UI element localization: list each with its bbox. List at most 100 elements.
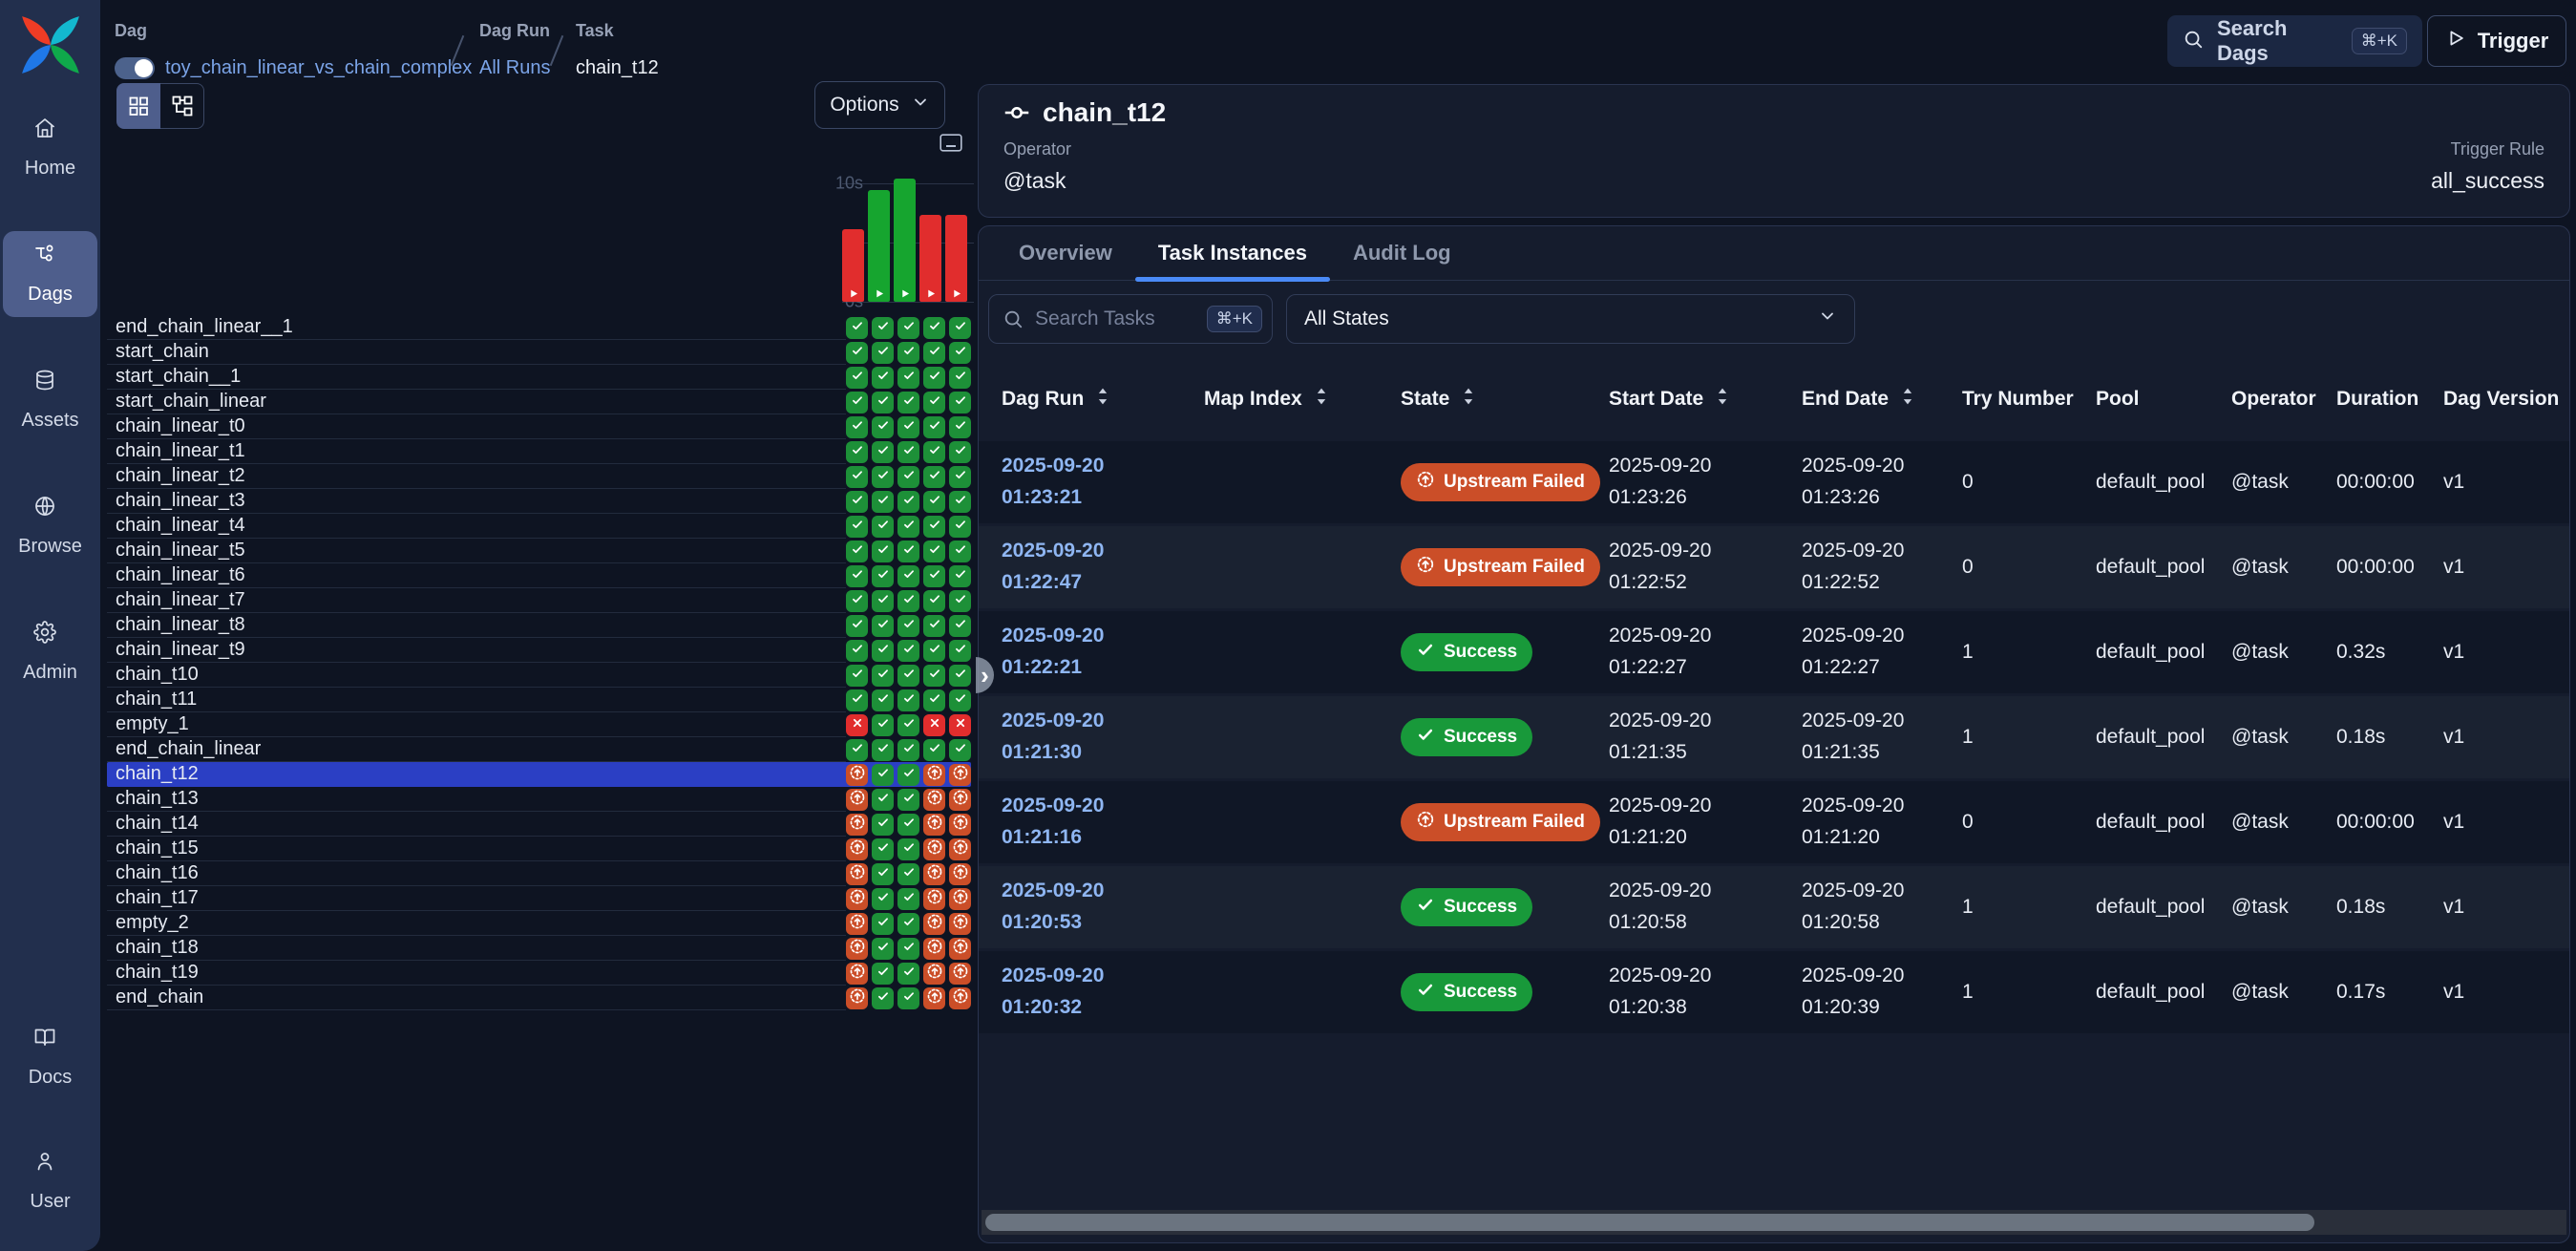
task-row[interactable]: chain_t19: [107, 961, 971, 986]
task-instance-square[interactable]: [872, 714, 894, 736]
dag-run-link[interactable]: 2025-09-2001:22:47: [1002, 536, 1204, 598]
task-instance-square[interactable]: [923, 689, 945, 711]
task-instance-square[interactable]: [846, 665, 868, 687]
task-instance-square[interactable]: [846, 342, 868, 364]
task-instance-square[interactable]: [949, 739, 971, 761]
task-instance-square[interactable]: [846, 491, 868, 513]
sidebar-item-assets[interactable]: Assets: [3, 357, 97, 443]
task-instance-square[interactable]: [872, 516, 894, 538]
task-instance-square[interactable]: [846, 615, 868, 637]
task-instance-square[interactable]: [949, 714, 971, 736]
task-instance-square[interactable]: [872, 764, 894, 786]
task-row[interactable]: chain_linear_t4: [107, 514, 971, 539]
task-instance-square[interactable]: [872, 838, 894, 860]
task-instance-square[interactable]: [846, 689, 868, 711]
task-instance-square[interactable]: [872, 987, 894, 1009]
task-instance-square[interactable]: [897, 590, 919, 612]
task-instance-square[interactable]: [846, 838, 868, 860]
task-instance-square[interactable]: [897, 441, 919, 463]
horizontal-scrollbar[interactable]: [982, 1210, 2566, 1235]
task-instance-square[interactable]: [949, 590, 971, 612]
task-instance-square[interactable]: [872, 689, 894, 711]
task-instance-square[interactable]: [923, 938, 945, 960]
task-instance-square[interactable]: [923, 789, 945, 811]
task-instance-square[interactable]: [923, 317, 945, 339]
task-instance-square[interactable]: [897, 987, 919, 1009]
graph-view-button[interactable]: [160, 83, 204, 129]
task-instance-square[interactable]: [949, 367, 971, 389]
task-name[interactable]: empty_2: [107, 911, 846, 936]
task-instance-square[interactable]: [949, 541, 971, 562]
task-name[interactable]: chain_linear_t5: [107, 539, 846, 563]
task-instance-square[interactable]: [897, 938, 919, 960]
task-instance-square[interactable]: [949, 938, 971, 960]
task-instance-square[interactable]: [872, 491, 894, 513]
task-instance-square[interactable]: [872, 888, 894, 910]
column-header-state[interactable]: State: [1401, 386, 1609, 413]
dag-run-link[interactable]: 2025-09-2001:20:32: [1002, 961, 1204, 1023]
search-tasks-input[interactable]: [1033, 307, 1197, 331]
task-instance-square[interactable]: [872, 615, 894, 637]
task-instance-square[interactable]: [897, 963, 919, 985]
task-instance-square[interactable]: [923, 541, 945, 562]
sidebar-item-user[interactable]: User: [3, 1138, 97, 1224]
task-instance-row[interactable]: 2025-09-2001:21:16 Upstream Failed 2025-…: [979, 778, 2569, 863]
task-name[interactable]: chain_linear_t8: [107, 613, 846, 638]
task-instance-square[interactable]: [949, 466, 971, 488]
task-instance-square[interactable]: [949, 665, 971, 687]
task-instance-square[interactable]: [949, 342, 971, 364]
task-instance-square[interactable]: [846, 863, 868, 885]
task-instance-square[interactable]: [872, 739, 894, 761]
task-instance-square[interactable]: [872, 863, 894, 885]
task-instance-square[interactable]: [923, 640, 945, 662]
task-instance-square[interactable]: [923, 665, 945, 687]
task-row[interactable]: start_chain__1: [107, 365, 971, 390]
task-instance-square[interactable]: [923, 963, 945, 985]
column-header-end-date[interactable]: End Date: [1802, 386, 1962, 413]
task-instance-square[interactable]: [897, 416, 919, 438]
task-name[interactable]: start_chain_linear: [107, 390, 846, 414]
task-name[interactable]: chain_t12: [107, 762, 846, 787]
task-instance-square[interactable]: [846, 714, 868, 736]
task-instance-square[interactable]: [846, 541, 868, 562]
task-row[interactable]: empty_2: [107, 911, 971, 936]
dag-run-link[interactable]: 2025-09-2001:21:30: [1002, 706, 1204, 768]
options-dropdown[interactable]: Options: [814, 81, 945, 129]
task-name[interactable]: chain_t18: [107, 936, 846, 961]
task-instance-square[interactable]: [872, 392, 894, 413]
task-instance-square[interactable]: [949, 565, 971, 587]
task-instance-square[interactable]: [897, 342, 919, 364]
task-instance-square[interactable]: [949, 416, 971, 438]
task-row[interactable]: chain_linear_t3: [107, 489, 971, 514]
grid-view-button[interactable]: [116, 83, 160, 129]
task-instance-square[interactable]: [872, 665, 894, 687]
task-row[interactable]: chain_t13: [107, 787, 971, 812]
task-instance-square[interactable]: [897, 863, 919, 885]
trigger-button[interactable]: Trigger: [2427, 15, 2566, 67]
task-instance-square[interactable]: [897, 516, 919, 538]
search-dags-button[interactable]: Search Dags ⌘+K: [2167, 15, 2422, 67]
task-instance-square[interactable]: [846, 392, 868, 413]
sidebar-item-docs[interactable]: Docs: [3, 1014, 97, 1100]
task-instance-square[interactable]: [846, 441, 868, 463]
task-instance-square[interactable]: [897, 541, 919, 562]
task-instance-square[interactable]: [897, 615, 919, 637]
duration-bar[interactable]: [868, 190, 890, 302]
tab-overview[interactable]: Overview: [996, 226, 1135, 280]
task-row[interactable]: chain_t12: [107, 762, 971, 787]
task-instance-square[interactable]: [923, 342, 945, 364]
task-row[interactable]: chain_t11: [107, 688, 971, 712]
task-instance-square[interactable]: [872, 938, 894, 960]
task-instance-square[interactable]: [923, 913, 945, 935]
task-instance-square[interactable]: [923, 367, 945, 389]
task-instance-square[interactable]: [846, 888, 868, 910]
task-instance-square[interactable]: [846, 516, 868, 538]
dag-run-link[interactable]: 2025-09-2001:20:53: [1002, 876, 1204, 938]
task-instance-square[interactable]: [897, 392, 919, 413]
task-instance-square[interactable]: [923, 516, 945, 538]
task-row[interactable]: empty_1: [107, 712, 971, 737]
task-instance-square[interactable]: [897, 838, 919, 860]
task-instance-square[interactable]: [897, 888, 919, 910]
task-instance-square[interactable]: [949, 764, 971, 786]
task-instance-square[interactable]: [872, 441, 894, 463]
